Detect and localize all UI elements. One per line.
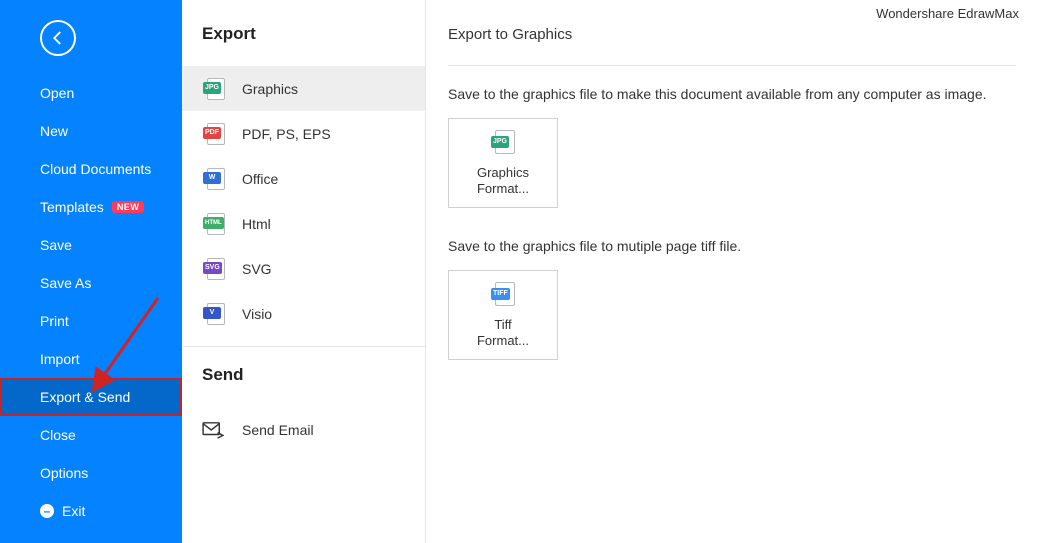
- sidebar-item-print[interactable]: Print: [0, 302, 182, 340]
- jpg-icon: JPG: [202, 78, 224, 100]
- tile-label: Graphics Format...: [477, 165, 529, 198]
- mid-item-label: Graphics: [242, 81, 298, 97]
- sidebar-item-exit[interactable]: – Exit: [0, 492, 182, 530]
- mid-item-label: Visio: [242, 306, 272, 322]
- export-section-header: Export: [182, 0, 425, 66]
- sidebar-item-label: Save As: [40, 275, 91, 291]
- arrow-left-icon: [49, 29, 67, 47]
- sidebar-item-label: Import: [40, 351, 80, 367]
- sidebar-item-open[interactable]: Open: [0, 74, 182, 112]
- desc-tiff-format: Save to the graphics file to mutiple pag…: [448, 238, 1015, 254]
- tile-graphics-format[interactable]: JPG Graphics Format...: [448, 118, 558, 208]
- file-menu-sidebar: Open New Cloud Documents Templates NEW S…: [0, 0, 182, 543]
- tile-tiff-format[interactable]: TIFF Tiff Format...: [448, 270, 558, 360]
- sidebar-item-label: Save: [40, 237, 72, 253]
- export-item-pdf[interactable]: PDF PDF, PS, EPS: [182, 111, 425, 156]
- visio-icon: V: [202, 303, 224, 325]
- sidebar-item-label: Exit: [62, 503, 85, 519]
- send-section-header: Send: [182, 347, 425, 407]
- sidebar-item-label: Open: [40, 85, 74, 101]
- html-icon: HTML: [202, 213, 224, 235]
- send-item-email[interactable]: Send Email: [182, 407, 425, 452]
- mid-item-label: Office: [242, 171, 278, 187]
- send-email-icon: [202, 419, 224, 441]
- svg-icon: SVG: [202, 258, 224, 280]
- export-item-office[interactable]: W Office: [182, 156, 425, 201]
- mid-item-label: SVG: [242, 261, 272, 277]
- app-root: Open New Cloud Documents Templates NEW S…: [0, 0, 1037, 543]
- exit-icon: –: [40, 504, 54, 518]
- export-item-svg[interactable]: SVG SVG: [182, 246, 425, 291]
- sidebar-item-new[interactable]: New: [0, 112, 182, 150]
- sidebar-item-close[interactable]: Close: [0, 416, 182, 454]
- export-item-graphics[interactable]: JPG Graphics: [182, 66, 425, 111]
- sidebar-item-label: Export & Send: [40, 389, 130, 405]
- app-title: Wondershare EdrawMax: [876, 6, 1019, 21]
- jpg-icon: JPG: [491, 129, 515, 157]
- desc-graphics-format: Save to the graphics file to make this d…: [448, 86, 1015, 102]
- export-type-column: Export JPG Graphics PDF PDF, PS, EPS W O…: [182, 0, 426, 543]
- tile-label: Tiff Format...: [477, 317, 529, 350]
- export-item-html[interactable]: HTML Html: [182, 201, 425, 246]
- sidebar-item-label: Cloud Documents: [40, 161, 151, 177]
- sidebar-item-cloud-documents[interactable]: Cloud Documents: [0, 150, 182, 188]
- sidebar-item-save-as[interactable]: Save As: [0, 264, 182, 302]
- main-panel: Export to Graphics Save to the graphics …: [426, 0, 1037, 543]
- mid-item-label: Html: [242, 216, 271, 232]
- sidebar-item-import[interactable]: Import: [0, 340, 182, 378]
- sidebar-item-save[interactable]: Save: [0, 226, 182, 264]
- new-badge: NEW: [112, 201, 145, 213]
- sidebar-item-options[interactable]: Options: [0, 454, 182, 492]
- mid-item-label: Send Email: [242, 422, 314, 438]
- sidebar-item-label: Options: [40, 465, 88, 481]
- back-button[interactable]: [40, 20, 76, 56]
- sidebar-item-label: Print: [40, 313, 69, 329]
- pdf-icon: PDF: [202, 123, 224, 145]
- sidebar-item-label: New: [40, 123, 68, 139]
- sidebar-item-label: Templates: [40, 199, 104, 215]
- tiff-icon: TIFF: [491, 281, 515, 309]
- word-icon: W: [202, 168, 224, 190]
- export-item-visio[interactable]: V Visio: [182, 291, 425, 336]
- sidebar-item-export-send[interactable]: Export & Send: [0, 378, 182, 416]
- sidebar-item-label: Close: [40, 427, 76, 443]
- sidebar-item-templates[interactable]: Templates NEW: [0, 188, 182, 226]
- mid-item-label: PDF, PS, EPS: [242, 126, 331, 142]
